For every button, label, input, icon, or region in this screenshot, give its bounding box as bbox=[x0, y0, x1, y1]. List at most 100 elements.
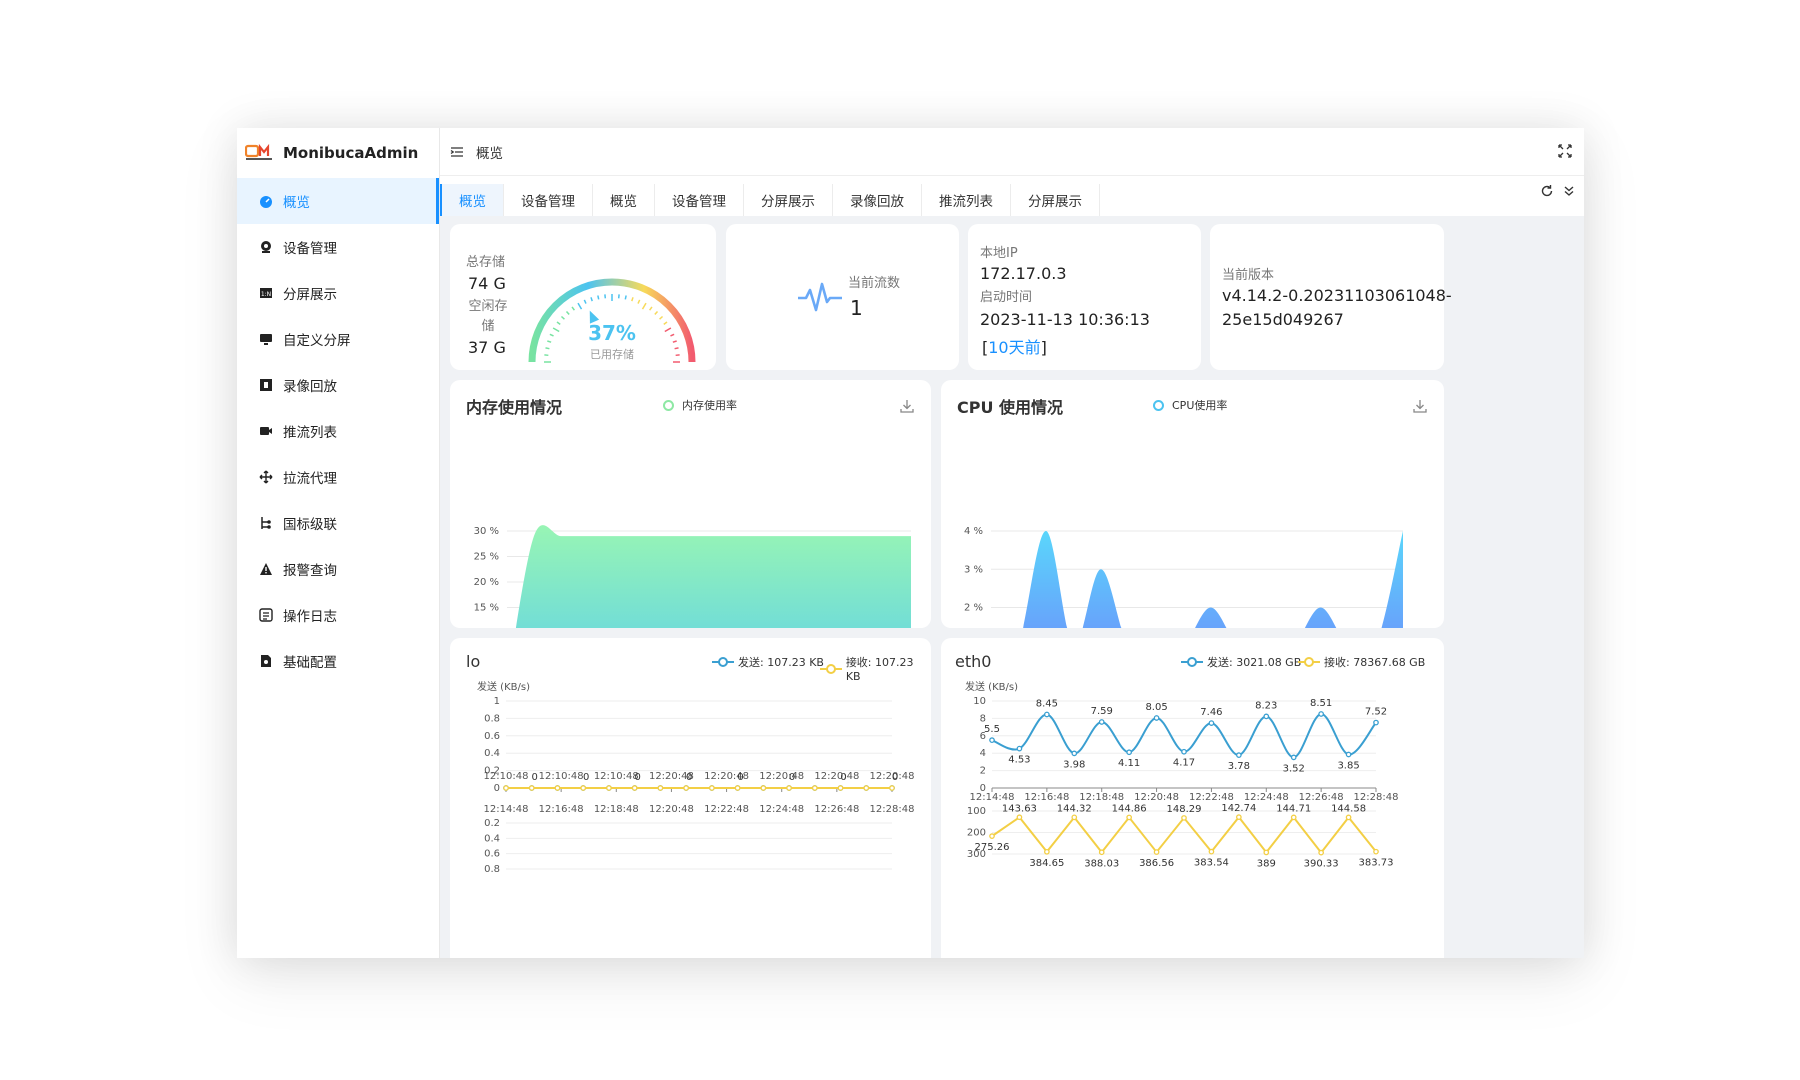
recv-point[interactable] bbox=[683, 785, 689, 791]
recv-point[interactable] bbox=[889, 785, 895, 791]
recv-point[interactable] bbox=[989, 833, 995, 839]
y-tick-label: 4 bbox=[980, 748, 986, 759]
x-tick-label: 12:22:48 bbox=[1189, 792, 1234, 803]
menu-fold-icon[interactable] bbox=[450, 145, 464, 159]
sidebar-item[interactable]: 录像回放 bbox=[237, 362, 439, 408]
recv-point[interactable] bbox=[1236, 814, 1242, 820]
recv-point[interactable] bbox=[1290, 814, 1297, 821]
recv-point[interactable] bbox=[657, 785, 664, 791]
y-tick-label: 0.6 bbox=[484, 731, 500, 742]
recv-point[interactable] bbox=[786, 785, 792, 791]
refresh-icon[interactable] bbox=[1540, 184, 1554, 198]
recv-point[interactable] bbox=[1071, 814, 1078, 821]
brand[interactable]: MonibucaAdmin bbox=[237, 128, 439, 178]
recv-point[interactable] bbox=[1208, 848, 1215, 855]
y-tick-label: 0.2 bbox=[484, 818, 500, 829]
tab[interactable]: 概览 bbox=[593, 184, 655, 216]
recv-point[interactable] bbox=[1153, 849, 1160, 855]
gauge-tick bbox=[552, 327, 560, 333]
send-point[interactable] bbox=[1263, 713, 1270, 720]
send-point[interactable] bbox=[1153, 715, 1160, 721]
y-tick-label: 3 % bbox=[964, 564, 983, 575]
chevron-down-icon[interactable] bbox=[1562, 184, 1576, 198]
sidebar-item[interactable]: 1:N 分屏展示 bbox=[237, 270, 439, 316]
sidebar-item[interactable]: 拉流代理 bbox=[237, 454, 439, 500]
recv-point[interactable] bbox=[1044, 848, 1050, 855]
recv-point[interactable] bbox=[503, 785, 509, 791]
recv-point[interactable] bbox=[1098, 849, 1105, 856]
tab[interactable]: 录像回放 bbox=[833, 184, 922, 216]
sidebar-item[interactable]: 自定义分屏 bbox=[237, 316, 439, 362]
cpu-chart: 0 %1 %2 %3 %4 %12:13:4812:15:4812:17:481… bbox=[964, 526, 1403, 628]
send-point[interactable] bbox=[1044, 711, 1050, 718]
log-icon bbox=[259, 608, 273, 622]
send-point[interactable] bbox=[1290, 754, 1297, 761]
sidebar-item[interactable]: 设备管理 bbox=[237, 224, 439, 270]
recv-point[interactable] bbox=[1181, 815, 1187, 821]
sidebar-item-label: 分屏展示 bbox=[283, 287, 337, 303]
x-tick-label: 12:20:48 bbox=[814, 771, 859, 782]
recv-point[interactable] bbox=[606, 785, 612, 791]
host-card: 本地IP 172.17.0.3 启动时间 2023-11-13 10:36:13… bbox=[968, 224, 1201, 370]
recv-data-label: 142.74 bbox=[1221, 803, 1256, 814]
video-icon bbox=[260, 427, 272, 435]
send-point[interactable] bbox=[1071, 750, 1078, 757]
move-icon bbox=[259, 470, 273, 484]
send-point[interactable] bbox=[1016, 745, 1023, 752]
uptime-link[interactable]: 10天前 bbox=[988, 338, 1040, 357]
sidebar-item[interactable]: 概览 bbox=[237, 178, 439, 224]
recv-point[interactable] bbox=[580, 785, 587, 791]
gauge-tick bbox=[577, 302, 583, 310]
send-point[interactable] bbox=[1345, 751, 1352, 758]
send-point[interactable] bbox=[1236, 752, 1242, 758]
sidebar-item[interactable]: 操作日志 bbox=[237, 592, 439, 638]
sidebar-item[interactable]: 推流列表 bbox=[237, 408, 439, 454]
recv-point[interactable] bbox=[1373, 848, 1379, 855]
recv-point[interactable] bbox=[863, 785, 870, 791]
gauge-tick bbox=[624, 295, 627, 300]
bracket-close: ] bbox=[1040, 338, 1047, 357]
recv-point[interactable] bbox=[811, 785, 818, 791]
recv-point[interactable] bbox=[837, 785, 844, 791]
tab[interactable]: 设备管理 bbox=[655, 184, 744, 216]
recv-point[interactable] bbox=[554, 785, 561, 791]
tab[interactable]: 分屏展示 bbox=[744, 184, 833, 216]
x-tick-label: 12:20:48 bbox=[759, 771, 804, 782]
recv-point[interactable] bbox=[1263, 849, 1270, 856]
send-point[interactable] bbox=[1208, 720, 1215, 726]
send-point[interactable] bbox=[1098, 719, 1105, 725]
sidebar-item[interactable]: 报警查询 bbox=[237, 546, 439, 592]
x-tick-label: 12:28:48 bbox=[870, 804, 915, 815]
sidebar-item[interactable]: 基础配置 bbox=[237, 638, 439, 684]
recv-point[interactable] bbox=[709, 785, 715, 791]
tab[interactable]: 设备管理 bbox=[504, 184, 593, 216]
sidebar-item[interactable]: 国标级联 bbox=[237, 500, 439, 546]
send-point[interactable] bbox=[1126, 749, 1132, 756]
recv-data-label: 383.73 bbox=[1359, 858, 1394, 869]
recv-point[interactable] bbox=[1126, 814, 1132, 821]
recv-point[interactable] bbox=[760, 785, 767, 791]
recv-point[interactable] bbox=[1345, 814, 1352, 821]
y-tick-label: 8 bbox=[980, 713, 986, 724]
recv-point[interactable] bbox=[631, 785, 638, 791]
camera-icon bbox=[261, 241, 271, 253]
fullscreen-icon[interactable] bbox=[1558, 144, 1572, 158]
send-point[interactable] bbox=[989, 737, 995, 744]
recv-point[interactable] bbox=[1318, 849, 1324, 856]
recv-point[interactable] bbox=[528, 785, 535, 791]
recv-point[interactable] bbox=[1016, 814, 1023, 821]
tab[interactable]: 推流列表 bbox=[922, 184, 1011, 216]
tab[interactable]: 概览 bbox=[440, 184, 504, 216]
top-header: 概览 bbox=[440, 128, 1584, 176]
y-tick-label: 20 % bbox=[474, 577, 499, 588]
send-point[interactable] bbox=[1181, 748, 1187, 755]
recv-data-label: 390.33 bbox=[1304, 859, 1339, 870]
tab[interactable]: 分屏展示 bbox=[1011, 184, 1100, 216]
streams-value: 1 bbox=[850, 296, 863, 320]
breadcrumb[interactable]: 概览 bbox=[476, 142, 503, 162]
send-point[interactable] bbox=[1318, 711, 1324, 717]
recv-data-label: 148.29 bbox=[1167, 804, 1202, 815]
recv-point[interactable] bbox=[734, 785, 741, 791]
x-tick-label: 12:24:48 bbox=[1244, 792, 1289, 803]
send-point[interactable] bbox=[1373, 719, 1379, 726]
